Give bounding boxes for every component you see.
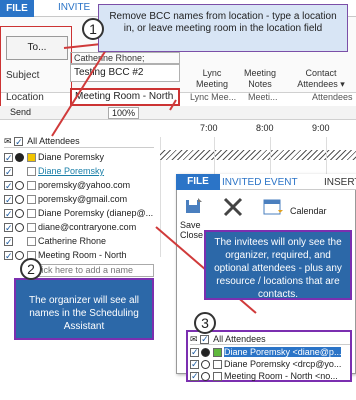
callout-1: Remove BCC names from location - type a …	[98, 4, 348, 52]
callout-2: The organizer will see all names in the …	[14, 278, 154, 340]
callout-2-number: 2	[20, 258, 42, 280]
annotation-arrows	[51, 39, 257, 314]
callout-3-number: 3	[194, 312, 216, 334]
callout-3: The invitees will only see the organizer…	[204, 230, 352, 300]
callout-1-number: 1	[82, 18, 104, 40]
